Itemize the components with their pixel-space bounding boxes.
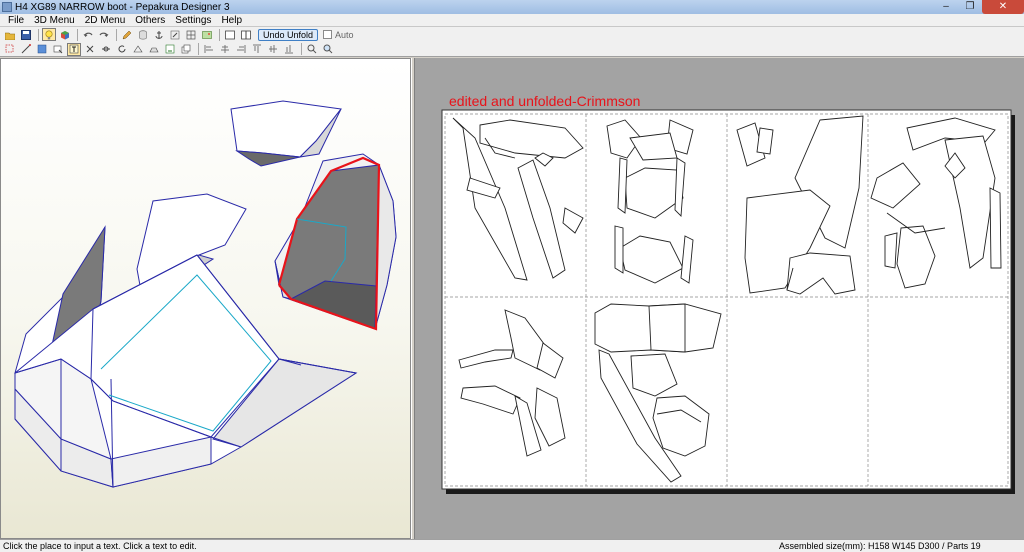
fit-icon[interactable] (321, 43, 335, 56)
move-icon[interactable] (51, 43, 65, 56)
pepakura-window: H4 XG89 NARROW boot - Pepakura Designer … (0, 0, 1024, 552)
auto-label: Auto (335, 29, 354, 40)
app-icon (2, 2, 12, 12)
maximize-icon[interactable]: ❐ (958, 0, 982, 14)
toolbar-separator (116, 28, 117, 41)
toolbar-separator (301, 43, 302, 55)
window-controls: – ❐ ✕ (934, 0, 1024, 14)
single-view-icon[interactable] (223, 28, 237, 41)
menu-bar: File 3D Menu 2D Menu Others Settings Hel… (0, 14, 1024, 27)
grid-icon[interactable] (184, 28, 198, 41)
pencil-icon[interactable] (120, 28, 134, 41)
menu-2d[interactable]: 2D Menu (80, 15, 131, 26)
window-title: H4 XG89 NARROW boot - Pepakura Designer … (15, 1, 230, 13)
3d-model[interactable] (1, 59, 411, 539)
toolbar-separator (198, 43, 199, 55)
toolbar-separator (38, 28, 39, 41)
stack-icon[interactable] (179, 43, 193, 56)
join-icon[interactable] (99, 43, 113, 56)
menu-file[interactable]: File (3, 15, 29, 26)
cut-icon[interactable] (83, 43, 97, 56)
minimize-icon[interactable]: – (934, 0, 958, 14)
save-icon[interactable] (19, 28, 33, 41)
align-top-icon[interactable] (250, 43, 264, 56)
auto-checkbox[interactable] (323, 30, 333, 39)
toolbar-separator (77, 28, 78, 41)
anchor-icon[interactable] (152, 28, 166, 41)
close-icon[interactable]: ✕ (982, 0, 1024, 14)
flap-icon[interactable] (147, 43, 161, 56)
edge-icon[interactable] (19, 43, 33, 56)
rotate-icon[interactable] (168, 28, 182, 41)
undo-unfold-button[interactable]: Undo Unfold (258, 28, 319, 41)
toolbar-edit (0, 42, 1024, 57)
align-left-icon[interactable] (202, 43, 216, 56)
status-bar: Click the place to input a text. Click a… (0, 539, 1024, 552)
toolbar-main: Undo Unfold Auto (0, 27, 1024, 42)
text-icon[interactable] (163, 43, 177, 56)
title-bar: H4 XG89 NARROW boot - Pepakura Designer … (0, 0, 1024, 14)
unfold-sheet[interactable] (415, 58, 1024, 539)
2d-view-panel[interactable]: edited and unfolded-Crimmson (415, 58, 1024, 539)
mesh-part-top (230, 100, 342, 158)
status-assembled-size: Assembled size(mm): H158 W145 D300 / Par… (779, 541, 981, 551)
dual-view-icon[interactable] (239, 28, 253, 41)
rotate-part-icon[interactable] (115, 43, 129, 56)
zoom-icon[interactable] (305, 43, 319, 56)
menu-others[interactable]: Others (130, 15, 170, 26)
cylinder-icon[interactable] (136, 28, 150, 41)
toolbar-separator (219, 28, 220, 41)
lightbulb-icon[interactable] (42, 28, 56, 41)
fold-icon[interactable] (131, 43, 145, 56)
3d-view-panel[interactable] (0, 58, 411, 539)
menu-3d[interactable]: 3D Menu (29, 15, 80, 26)
align-right-icon[interactable] (234, 43, 248, 56)
redo-icon[interactable] (97, 28, 111, 41)
auto-option: Auto (323, 30, 354, 40)
select-icon[interactable] (3, 43, 17, 56)
text-tool-icon[interactable] (67, 42, 81, 56)
menu-help[interactable]: Help (216, 15, 247, 26)
cube-icon[interactable] (58, 28, 72, 41)
align-center-icon[interactable] (218, 43, 232, 56)
align-middle-icon[interactable] (266, 43, 280, 56)
open-icon[interactable] (3, 28, 17, 41)
page-annotation-text[interactable]: edited and unfolded-Crimmson (449, 93, 640, 109)
align-bottom-icon[interactable] (282, 43, 296, 56)
status-hint: Click the place to input a text. Click a… (3, 541, 197, 551)
image-icon[interactable] (200, 28, 214, 41)
undo-icon[interactable] (81, 28, 95, 41)
texture-icon[interactable] (35, 43, 49, 56)
menu-settings[interactable]: Settings (170, 15, 216, 26)
